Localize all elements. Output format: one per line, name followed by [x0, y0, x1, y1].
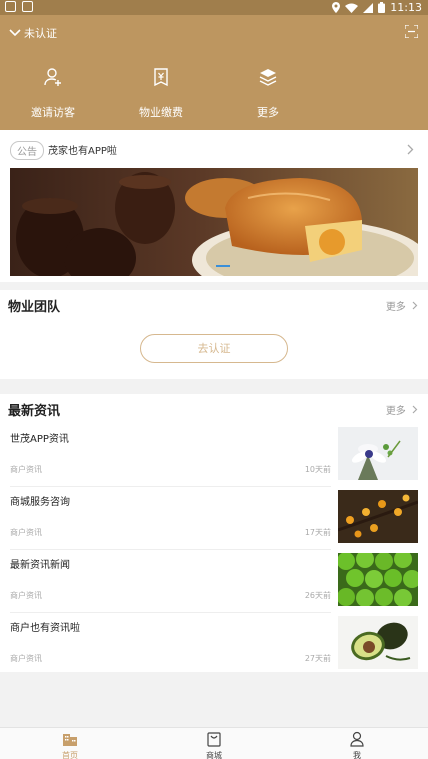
news-item-title: 最新资讯新闻	[10, 560, 70, 571]
news-item-thumbnail	[338, 427, 418, 480]
chevron-right-icon	[412, 405, 418, 414]
tab-mall-label: 商城	[206, 751, 222, 759]
tab-me-label: 我	[353, 751, 361, 759]
bottom-tab-bar: 首页 商城 我	[0, 727, 428, 759]
property-team-section: 物业团队 更多 去认证	[0, 290, 428, 379]
mooncake-banner-image	[10, 168, 418, 276]
header: 未认证 邀请访客 物业缴费 更多	[0, 15, 428, 130]
property-team-more-link[interactable]: 更多	[386, 298, 418, 313]
news-item-title: 世茂APP资讯	[10, 434, 69, 445]
chevron-right-icon	[407, 144, 414, 155]
news-item-thumbnail	[338, 616, 418, 669]
news-item[interactable]: 商城服务咨询 商户资讯 17天前	[0, 487, 428, 550]
news-item-date: 10天前	[304, 465, 331, 474]
go-verify-button[interactable]: 去认证	[140, 334, 288, 363]
news-item[interactable]: 最新资讯新闻 商户资讯 26天前	[0, 550, 428, 613]
announcement-text: 茂家也有APP啦	[48, 146, 117, 157]
more-services-button[interactable]: 更多	[223, 67, 313, 120]
news-item-date: 26天前	[304, 591, 331, 600]
home-icon	[63, 734, 77, 746]
shopping-bag-icon	[207, 732, 221, 747]
app-notification-icon	[22, 1, 33, 12]
tab-home-label: 首页	[62, 751, 78, 759]
auth-status-selector[interactable]: 未认证	[9, 25, 57, 41]
battery-icon	[378, 2, 386, 13]
news-item-source: 商户资讯	[10, 591, 42, 600]
carousel-indicator	[216, 265, 230, 267]
news-item-thumbnail	[338, 490, 418, 543]
tab-home[interactable]: 首页	[40, 731, 100, 759]
news-item-thumbnail	[338, 553, 418, 606]
news-more-label: 更多	[385, 406, 406, 417]
image-notification-icon	[5, 1, 16, 12]
fruit-branch-photo	[338, 490, 418, 543]
signal-icon	[363, 2, 374, 13]
invite-visitor-label: 邀请访客	[31, 106, 75, 119]
invite-visitor-button[interactable]: 邀请访客	[8, 67, 98, 120]
clock: 11:13	[390, 1, 422, 14]
news-item-source: 商户资讯	[10, 654, 42, 663]
news-more-link[interactable]: 更多	[386, 402, 418, 417]
user-add-icon	[44, 68, 61, 86]
news-title: 最新资讯	[8, 404, 61, 419]
banner-carousel[interactable]	[10, 168, 418, 276]
bill-icon	[154, 68, 168, 87]
announcement-tag: 公告	[10, 141, 44, 160]
news-item-date: 17天前	[304, 528, 331, 537]
news-item-title: 商城服务咨询	[10, 497, 70, 508]
announcement-bar[interactable]: 公告 茂家也有APP啦	[0, 130, 428, 168]
news-item-title: 商户也有资讯啦	[10, 623, 80, 634]
property-payment-button[interactable]: 物业缴费	[116, 67, 206, 120]
news-item[interactable]: 商户也有资讯啦 商户资讯 27天前	[0, 613, 428, 676]
wifi-icon	[345, 3, 359, 13]
flower-photo	[338, 427, 418, 480]
tab-me[interactable]: 我	[327, 731, 387, 759]
status-bar: 11:13	[0, 0, 428, 15]
news-item-source: 商户资讯	[10, 528, 42, 537]
layers-icon	[259, 69, 277, 86]
location-icon	[332, 2, 341, 13]
property-team-title: 物业团队	[8, 300, 61, 315]
news-item-source: 商户资讯	[10, 465, 42, 474]
auth-status-label: 未认证	[24, 27, 57, 40]
property-payment-label: 物业缴费	[139, 106, 183, 119]
scan-icon[interactable]	[405, 25, 418, 38]
avocado-photo	[338, 616, 418, 669]
green-fruit-photo	[338, 553, 418, 606]
tab-mall[interactable]: 商城	[184, 731, 244, 759]
news-item[interactable]: 世茂APP资讯 商户资讯 10天前	[0, 424, 428, 487]
person-icon	[350, 731, 364, 747]
chevron-right-icon	[412, 301, 418, 310]
chevron-down-icon	[9, 29, 21, 37]
property-team-more-label: 更多	[385, 302, 406, 313]
news-section: 最新资讯 更多 世茂APP资讯 商户资讯 10天前 商城服务咨询 商户资讯 17	[0, 394, 428, 672]
news-item-date: 27天前	[304, 654, 331, 663]
more-services-label: 更多	[257, 106, 279, 119]
notification-icons	[5, 1, 33, 12]
